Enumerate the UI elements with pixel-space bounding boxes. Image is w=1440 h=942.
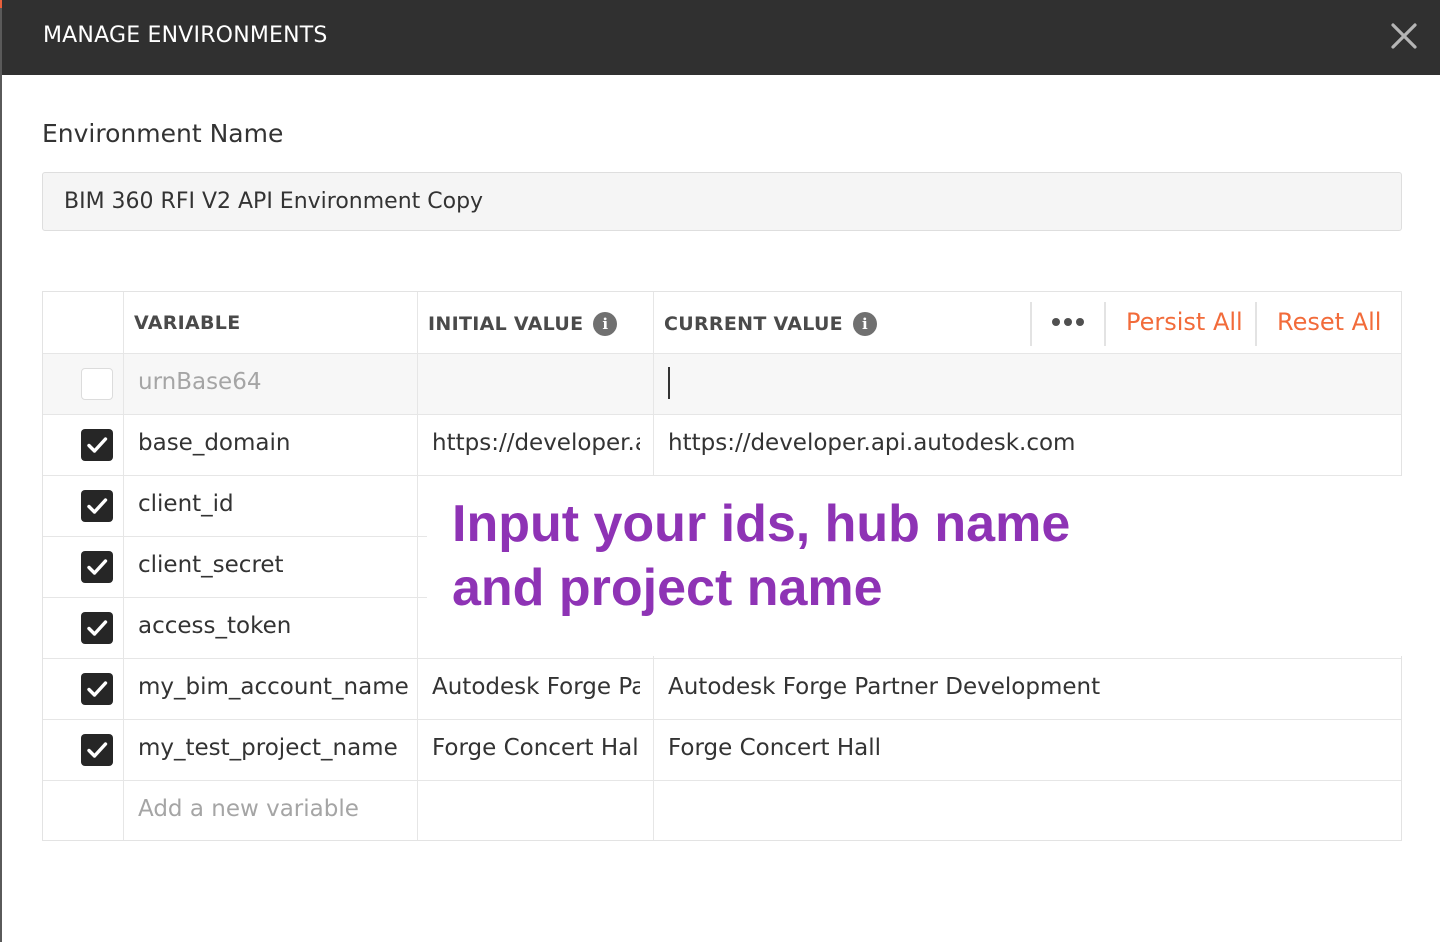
dialog-title: MANAGE ENVIRONMENTS xyxy=(43,23,328,48)
current-value-cell[interactable]: Autodesk Forge Partner Development xyxy=(668,674,1388,700)
enable-checkbox[interactable] xyxy=(81,734,113,766)
add-variable-row: Add a new variable xyxy=(43,781,1401,842)
text-cursor xyxy=(668,367,670,399)
dialog-titlebar: MANAGE ENVIRONMENTS xyxy=(2,0,1440,75)
table-header-row: VARIABLE INITIAL VALUE i CURRENT VALUE i P… xyxy=(43,292,1401,354)
initial-value-header-label: INITIAL VALUE xyxy=(428,313,584,335)
table-row: my_test_project_name Forge Concert Hall … xyxy=(43,720,1401,781)
header-divider xyxy=(1104,302,1106,346)
persist-all-button[interactable]: Persist All xyxy=(1126,308,1243,336)
variable-name-cell[interactable]: my_test_project_name xyxy=(138,735,410,761)
annotation-text: Input your ids, hub name and project nam… xyxy=(452,492,1070,620)
variable-column-header: VARIABLE xyxy=(134,312,241,334)
variable-name-cell[interactable]: client_secret xyxy=(138,552,410,578)
variable-name-cell[interactable]: my_bim_account_name xyxy=(138,674,410,700)
enable-checkbox[interactable] xyxy=(81,368,113,400)
enable-checkbox[interactable] xyxy=(81,673,113,705)
reset-all-button[interactable]: Reset All xyxy=(1277,308,1381,336)
annotation-line-2: and project name xyxy=(452,559,883,617)
variable-name-cell[interactable]: urnBase64 xyxy=(138,369,410,395)
current-value-header-label: CURRENT VALUE xyxy=(664,313,843,335)
variable-header-label: VARIABLE xyxy=(134,312,241,334)
variable-name-cell[interactable]: access_token xyxy=(138,613,410,639)
enable-checkbox[interactable] xyxy=(81,429,113,461)
info-icon[interactable]: i xyxy=(852,312,877,336)
table-row: base_domain https://developer.api.autode… xyxy=(43,415,1401,476)
annotation-line-1: Input your ids, hub name xyxy=(452,495,1071,553)
window-left-edge xyxy=(0,0,2,942)
environment-name-input[interactable] xyxy=(42,172,1402,231)
current-value-cell[interactable]: Forge Concert Hall xyxy=(668,735,1388,761)
initial-value-cell[interactable]: Forge Concert Hall xyxy=(432,735,640,761)
enable-checkbox[interactable] xyxy=(81,551,113,583)
add-variable-input[interactable]: Add a new variable xyxy=(138,796,410,822)
table-row: my_bim_account_name Autodesk Forge Partn… xyxy=(43,659,1401,720)
initial-value-cell[interactable]: https://developer.api.autodesk.com xyxy=(432,430,640,456)
enable-checkbox[interactable] xyxy=(81,612,113,644)
close-icon[interactable] xyxy=(1388,20,1420,52)
initial-value-cell[interactable]: Autodesk Forge Partner Development xyxy=(432,674,640,700)
current-value-column-header: CURRENT VALUE i xyxy=(664,312,877,336)
enable-checkbox[interactable] xyxy=(81,490,113,522)
initial-value-column-header: INITIAL VALUE i xyxy=(428,312,618,336)
column-divider xyxy=(417,292,418,840)
header-divider xyxy=(1255,302,1257,346)
header-divider xyxy=(1030,302,1032,346)
environment-name-label: Environment Name xyxy=(42,119,284,148)
column-divider xyxy=(123,292,124,840)
current-value-cell[interactable]: https://developer.api.autodesk.com xyxy=(668,430,1388,456)
info-icon[interactable]: i xyxy=(593,312,618,336)
variable-name-cell[interactable]: base_domain xyxy=(138,430,410,456)
variable-name-cell[interactable]: client_id xyxy=(138,491,410,517)
more-actions-icon[interactable] xyxy=(1045,308,1089,336)
table-row: urnBase64 xyxy=(43,354,1401,415)
